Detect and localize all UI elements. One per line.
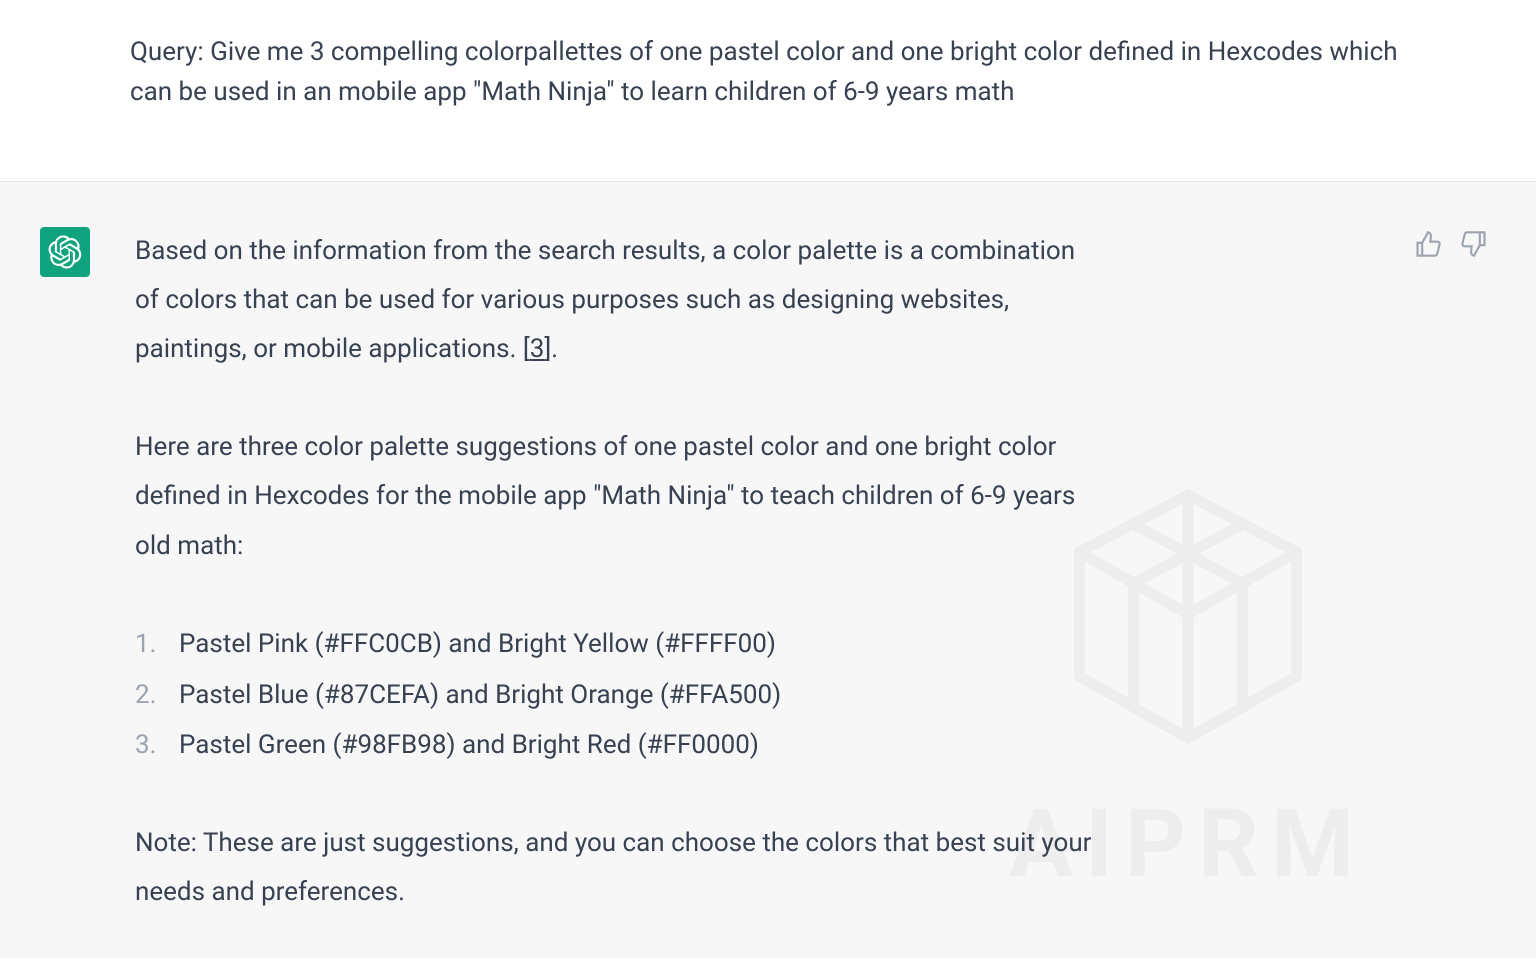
feedback-controls xyxy=(1414,230,1488,258)
assistant-intro: Based on the information from the search… xyxy=(135,227,1095,375)
assistant-message-section: Based on the information from the search… xyxy=(0,181,1536,958)
palette-list: Pastel Pink (#FFC0CB) and Bright Yellow … xyxy=(135,619,1095,771)
openai-icon xyxy=(48,235,82,269)
list-item: Pastel Green (#98FB98) and Bright Red (#… xyxy=(135,720,1095,771)
intro-text-1: Based on the information from the search… xyxy=(135,236,1075,365)
thumbs-up-icon[interactable] xyxy=(1414,230,1442,258)
suggestions-intro: Here are three color palette suggestions… xyxy=(135,423,1095,571)
citation-link[interactable]: 3 xyxy=(530,334,545,364)
query-text: Give me 3 compelling colorpallettes of o… xyxy=(130,37,1398,107)
assistant-content: Based on the information from the search… xyxy=(135,227,1095,918)
list-item: Pastel Blue (#87CEFA) and Bright Orange … xyxy=(135,670,1095,721)
query-label: Query: xyxy=(130,37,210,67)
user-query: Query: Give me 3 compelling colorpallett… xyxy=(130,32,1406,113)
list-item: Pastel Pink (#FFC0CB) and Bright Yellow … xyxy=(135,619,1095,670)
thumbs-down-icon[interactable] xyxy=(1460,230,1488,258)
assistant-avatar xyxy=(40,227,90,277)
note-text: Note: These are just suggestions, and yo… xyxy=(135,819,1095,918)
intro-text-2: ]. xyxy=(544,334,558,364)
user-message-section: Query: Give me 3 compelling colorpallett… xyxy=(0,0,1536,181)
